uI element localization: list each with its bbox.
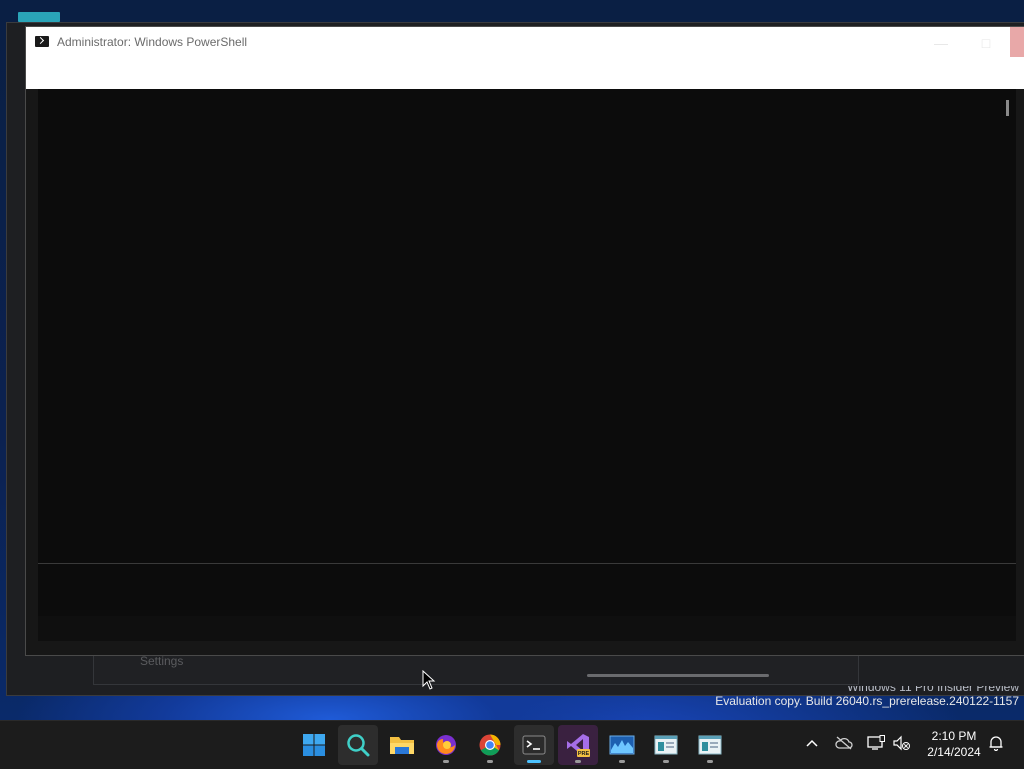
performance-monitor-button[interactable] <box>602 725 642 765</box>
app-window-button-1[interactable] <box>646 725 686 765</box>
svg-text:PRE: PRE <box>578 751 590 757</box>
console-input-area[interactable] <box>38 563 1016 617</box>
terminal-button[interactable] <box>514 725 554 765</box>
cloud-offline-icon <box>835 736 853 750</box>
firefox-running-indicator <box>443 760 449 763</box>
start-button[interactable] <box>294 725 334 765</box>
terminal-icon <box>522 735 546 755</box>
console-output[interactable] <box>38 89 1016 641</box>
bell-icon <box>989 736 1003 751</box>
firefox-icon <box>436 735 456 755</box>
title-bar[interactable]: Administrator: Windows PowerShell — □ <box>26 27 1024 89</box>
console-scrollbar-thumb[interactable] <box>1006 100 1009 116</box>
network-icon <box>867 735 885 750</box>
onedrive-status-button[interactable] <box>834 733 854 753</box>
console-footer <box>38 616 1016 641</box>
performance-monitor-running-indicator <box>619 760 625 763</box>
search-button[interactable] <box>338 725 378 765</box>
background-scrollbar[interactable] <box>587 674 769 677</box>
volume-muted-icon <box>893 735 910 751</box>
firefox-button[interactable] <box>426 725 466 765</box>
mouse-pointer-icon <box>422 670 436 690</box>
folder-icon <box>390 737 414 754</box>
powershell-window: Administrator: Windows PowerShell — □ <box>25 26 1024 656</box>
search-icon <box>347 734 370 757</box>
volume-button[interactable] <box>892 733 912 753</box>
powershell-app-icon <box>35 36 49 47</box>
close-button[interactable] <box>1010 27 1024 57</box>
settings-label: Settings <box>140 654 184 668</box>
chevron-up-icon <box>806 739 818 747</box>
app-window-button-2[interactable] <box>690 725 730 765</box>
clock-date: 2/14/2024 <box>927 745 981 759</box>
visual-studio-preview-button[interactable]: PRE <box>558 725 598 765</box>
windows-logo-icon <box>303 734 325 756</box>
visual-studio-icon: PRE <box>567 734 590 757</box>
clock[interactable]: 2:10 PM 2/14/2024 <box>922 729 986 759</box>
app-window-2-running-indicator <box>707 760 713 763</box>
taskbar: PRE 2:10 PM 2/14/2024 <box>0 720 1024 769</box>
network-button[interactable] <box>866 733 886 753</box>
chrome-running-indicator <box>487 760 493 763</box>
show-hidden-icons-button[interactable] <box>802 733 822 753</box>
chrome-icon <box>479 734 501 756</box>
minimize-button[interactable]: — <box>926 31 956 55</box>
evaluation-watermark: Windows 11 Pro Insider Preview Evaluatio… <box>715 686 1019 709</box>
chrome-button[interactable] <box>470 725 510 765</box>
desktop-shortcut-icon[interactable] <box>18 12 60 22</box>
terminal-running-indicator <box>527 760 541 763</box>
watermark-build: Evaluation copy. Build 26040.rs_prerelea… <box>715 694 1019 708</box>
app-window-1-running-indicator <box>663 760 669 763</box>
watermark-edition: Windows 11 Pro Insider Preview <box>847 686 1019 694</box>
visual-studio-running-indicator <box>575 760 581 763</box>
app-window-icon <box>698 735 722 755</box>
file-explorer-button[interactable] <box>382 725 422 765</box>
window-title: Administrator: Windows PowerShell <box>57 35 248 49</box>
maximize-button[interactable]: □ <box>971 31 1001 55</box>
notifications-button[interactable] <box>986 733 1006 753</box>
chart-icon <box>609 735 635 755</box>
app-window-icon <box>654 735 678 755</box>
clock-time: 2:10 PM <box>931 729 977 743</box>
